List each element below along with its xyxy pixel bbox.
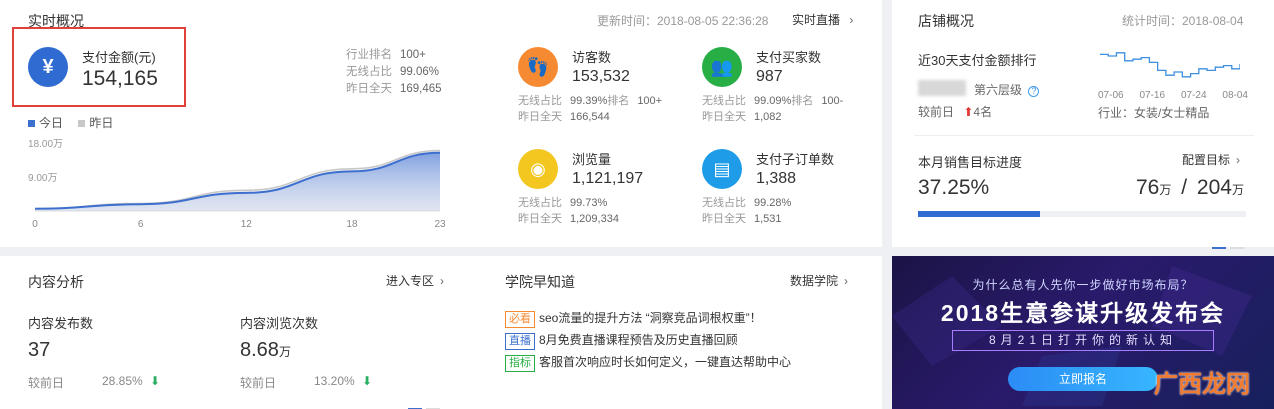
- metric-value: 1,388: [756, 170, 797, 187]
- yuan-icon: ¥: [28, 47, 68, 87]
- event-banner[interactable]: 为什么总有人先你一步做好市场布局？ 2018生意参谋升级发布会 8月21日打开你…: [892, 256, 1274, 409]
- academy-text: 客服首次响应时长如何定义，一键直达帮助中心: [539, 355, 792, 369]
- academy-tag: 必看: [505, 311, 535, 328]
- publish-label: 内容发布数: [28, 316, 94, 331]
- y-tick-label: 9.00万: [28, 173, 57, 184]
- update-time: 更新时间：2018-08-05 22:36:28: [597, 14, 769, 28]
- legend-yesterday[interactable]: 昨日: [78, 116, 113, 130]
- chart-legend: 今日 昨日: [28, 114, 113, 131]
- arrow-up-icon: ⬆: [963, 105, 974, 119]
- arrow-down-icon: ⬇: [150, 374, 161, 388]
- banner-date: 8月21日打开你的新认知: [988, 333, 1178, 347]
- shop-card: 店铺概况 统计时间：2018-08-04 近30天支付金额排行 第六层级 ? 较…: [892, 0, 1274, 249]
- target-amount: 76万 / 204万: [1136, 176, 1244, 199]
- metric-value: 987: [756, 68, 783, 85]
- document-icon: ▤: [702, 149, 742, 189]
- publish-value: 37: [28, 339, 51, 361]
- watermark: 广西龙网: [1154, 370, 1250, 398]
- pay-area-chart: 18.00万 9.00万 0 6 12 18 23: [28, 139, 446, 230]
- metric-stats: 无线占比 99.73% 昨日全天 1,209,334: [518, 197, 619, 225]
- stat-time: 统计时间：2018-08-04: [1122, 14, 1244, 28]
- enter-zone-link[interactable]: 进入专区 ›: [386, 272, 444, 289]
- realtime-card: 实时概况 更新时间：2018-08-05 22:36:28 实时直播 › ¥ 支…: [0, 0, 882, 247]
- sparkline-path: [1100, 52, 1240, 78]
- academy-tag: 指标: [505, 355, 535, 372]
- register-button-label: 立即报名: [1058, 372, 1107, 386]
- banner-title: 2018生意参谋升级发布会: [940, 300, 1226, 326]
- x-tick-label: 12: [241, 219, 253, 230]
- pager-dots[interactable]: [1212, 236, 1245, 254]
- user-group-icon: 👥: [702, 47, 742, 87]
- eye-icon: ◉: [518, 149, 558, 189]
- target-progress-track: [918, 211, 1246, 217]
- data-academy-link[interactable]: 数据学院 ›: [790, 272, 848, 289]
- target-title: 本月销售目标进度: [918, 155, 1023, 170]
- blurred-rank: [918, 80, 966, 96]
- target-progress-fill: [918, 211, 1041, 217]
- divider: [914, 135, 1254, 136]
- academy-text: 8月免费直播课程预告及历史直播回顾: [539, 333, 738, 347]
- content-title: 内容分析: [28, 274, 84, 290]
- chevron-right-icon: ›: [844, 274, 849, 288]
- banner-subtitle: 为什么总有人先你一步做好市场布局？: [972, 278, 1194, 292]
- metric-label: 支付买家数: [756, 50, 822, 65]
- x-tick-label: 23: [434, 219, 446, 230]
- content-pager-dots[interactable]: [408, 397, 441, 409]
- y-tick-label: 18.00万: [28, 139, 63, 150]
- x-tick-label: 6: [138, 219, 144, 230]
- chevron-right-icon: ›: [1236, 153, 1241, 167]
- publish-compare: 较前日 28.85% ⬇: [28, 374, 161, 390]
- chevron-right-icon: ›: [849, 13, 854, 27]
- chevron-right-icon: ›: [440, 274, 445, 288]
- shop-title: 店铺概况: [918, 13, 974, 29]
- content-card: 内容分析 进入专区 › 内容发布数 37 较前日 28.85% ⬇ 内容浏览次数 …: [0, 256, 882, 409]
- metric-label: 浏览量: [572, 152, 612, 167]
- academy-text: seo流量的提升方法 “洞察竞品词根权重”！: [539, 311, 762, 325]
- academy-list: 必看 seo流量的提升方法 “洞察竞品词根权重”！ 直播 8月免费直播课程预告及历史直…: [505, 307, 791, 373]
- rank-sparkline: [1100, 52, 1240, 78]
- metric-stats: 无线占比 99.28% 昨日全天 1,531: [702, 197, 792, 225]
- metric-value: 1,121,197: [572, 170, 644, 187]
- register-button[interactable]: 立即报名: [1008, 367, 1158, 391]
- metric-value: 153,532: [572, 68, 630, 85]
- academy-item[interactable]: 直播 8月免费直播课程预告及历史直播回顾: [505, 329, 791, 351]
- live-link[interactable]: 实时直播 ›: [792, 11, 853, 28]
- shop-compare: 较前日 ⬆4名: [918, 105, 993, 119]
- x-tick-label: 18: [346, 219, 358, 230]
- metric-label: 访客数: [572, 50, 612, 65]
- views-compare: 较前日 13.20% ⬇: [240, 374, 373, 390]
- legend-today[interactable]: 今日: [28, 116, 63, 130]
- config-target-link[interactable]: 配置目标 ›: [1182, 151, 1240, 168]
- live-link-label: 实时直播: [792, 13, 841, 27]
- academy-item[interactable]: 指标 客服首次响应时长如何定义，一键直达帮助中心: [505, 351, 791, 373]
- metric-stats: 无线占比 99.09%排名 100- 昨日全天 1,082: [702, 95, 844, 123]
- rank-title: 近30天支付金额排行: [918, 53, 1037, 68]
- help-icon[interactable]: ?: [1028, 86, 1040, 97]
- x-tick-label: 0: [32, 219, 38, 230]
- pay-label: 支付金额(元): [82, 50, 156, 65]
- views-label: 内容浏览次数: [240, 316, 319, 331]
- pay-value: 154,165: [82, 67, 158, 90]
- industry: 行业：女装/女士精品: [1098, 106, 1210, 120]
- metric-label: 支付子订单数: [756, 152, 835, 167]
- academy-title: 学院早知道: [505, 274, 575, 290]
- pay-stats: 行业排名 100+ 无线占比 99.06% 昨日全天 169,465: [346, 49, 442, 95]
- academy-item[interactable]: 必看 seo流量的提升方法 “洞察竞品词根权重”！: [505, 307, 791, 329]
- footprint-icon: 👣: [518, 47, 558, 87]
- metric-stats: 无线占比 99.39%排名 100+ 昨日全天 166,544: [518, 95, 663, 123]
- target-percent: 37.25%: [918, 176, 990, 199]
- arrow-down-icon: ⬇: [362, 374, 373, 388]
- series-today-area: [35, 152, 440, 211]
- views-value: 8.68万: [240, 339, 291, 361]
- level-label: 第六层级 ?: [974, 81, 1040, 98]
- spark-labels: 07-06 07-16 07-24 08-04: [1098, 90, 1248, 101]
- banner-date-box: 8月21日打开你的新认知: [952, 330, 1214, 351]
- academy-tag: 直播: [505, 333, 535, 350]
